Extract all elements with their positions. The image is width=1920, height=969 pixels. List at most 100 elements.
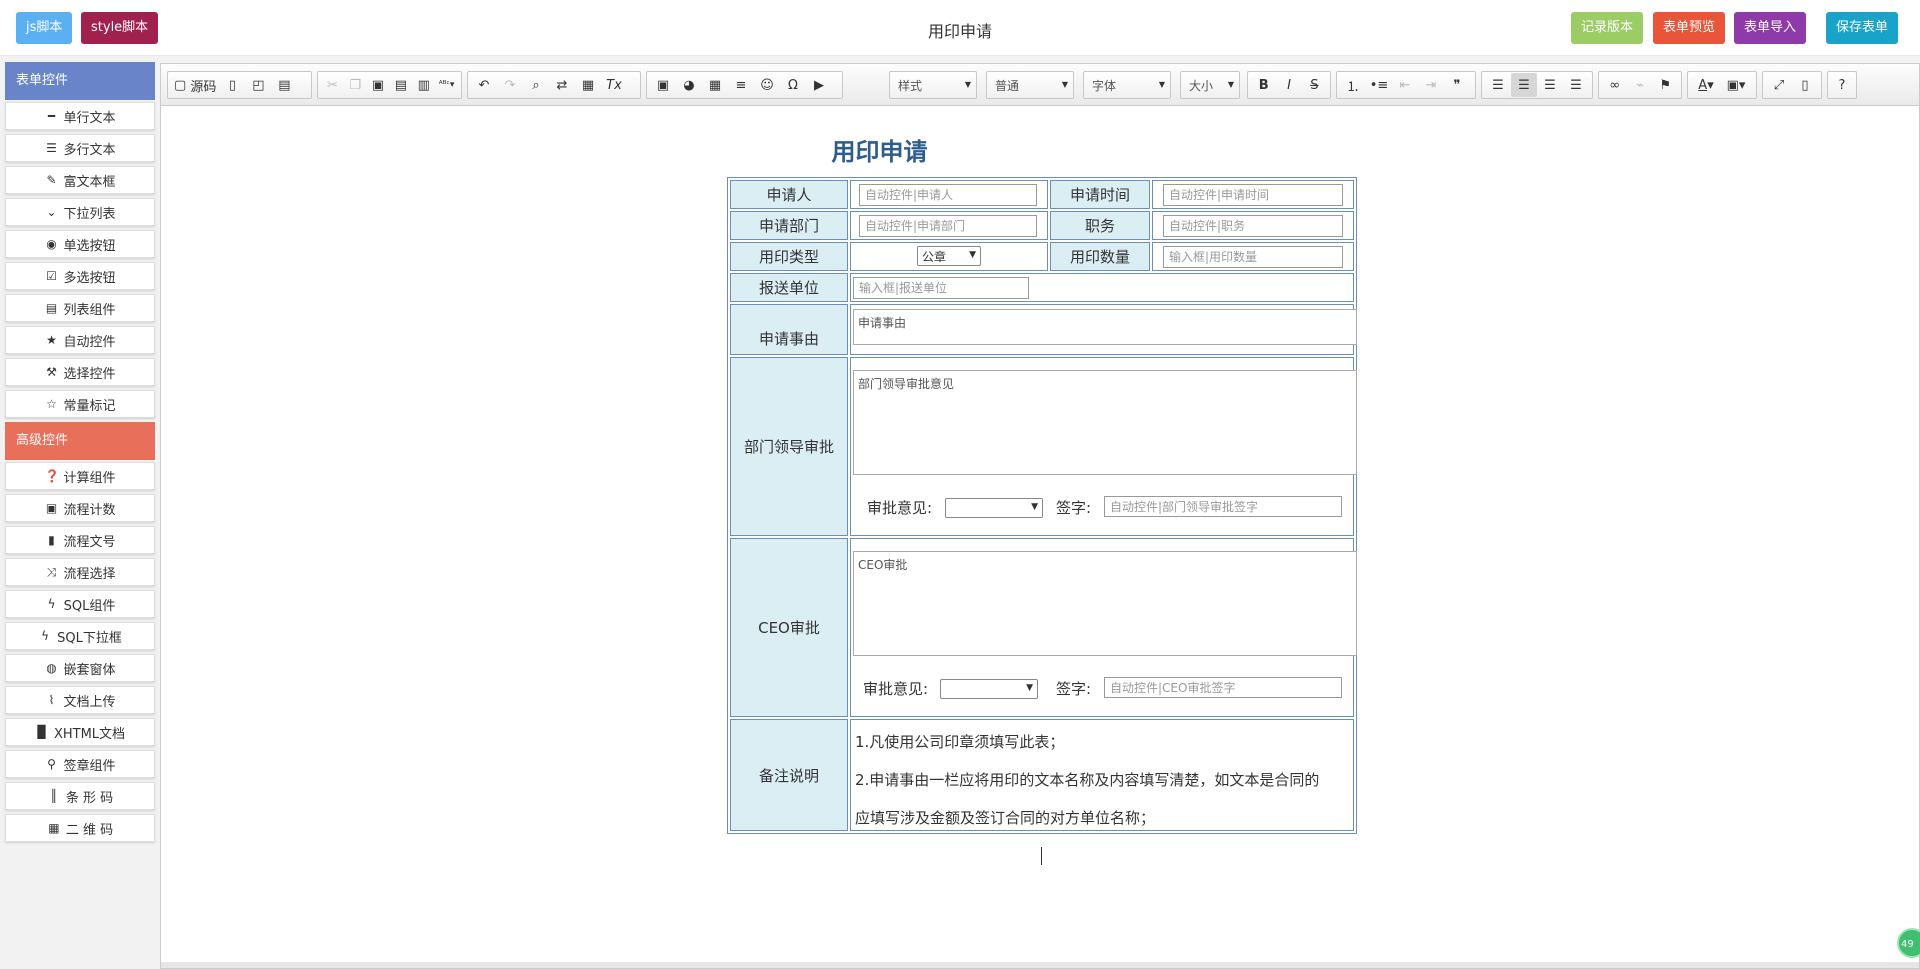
- sidebar-item-checkbox[interactable]: ☑ 多选按钮: [5, 262, 155, 290]
- remark-line-3: 应填写涉及金额及签订合同的对方单位名称；: [855, 809, 1156, 827]
- bulleted-list-icon[interactable]: •≡: [1366, 73, 1392, 97]
- sidebar-item-constant[interactable]: ☆ 常量标记: [5, 390, 155, 418]
- sidebar-item-dropdown[interactable]: ⌄ 下拉列表: [5, 198, 155, 226]
- sidebar-item-nested-form[interactable]: ◍ 嵌套窗体: [5, 654, 155, 682]
- department-input[interactable]: 自动控件|申请部门: [859, 215, 1037, 237]
- toolbar-group-align: ☰ ☰ ☰ ☰: [1481, 71, 1593, 99]
- smiley-icon[interactable]: ☺: [754, 73, 780, 97]
- numbered-list-icon[interactable]: ⒈: [1340, 73, 1366, 97]
- link-icon[interactable]: ∞: [1602, 73, 1627, 97]
- replace-icon[interactable]: ⇄: [549, 73, 575, 97]
- ceo-opinion-select[interactable]: ▼: [940, 679, 1038, 699]
- strike-icon[interactable]: S: [1302, 73, 1327, 97]
- sidebar-item-barcode[interactable]: ║ 条 形 码: [5, 782, 155, 810]
- flash-icon[interactable]: ◕: [676, 73, 702, 97]
- apply-time-input[interactable]: 自动控件|申请时间: [1163, 184, 1343, 206]
- sidebar-item-flow-select[interactable]: ⤨ 流程选择: [5, 558, 155, 586]
- sidebar-item-flow-doc[interactable]: ▮ 流程文号: [5, 526, 155, 554]
- size-combo[interactable]: 大小 ▼: [1180, 71, 1240, 99]
- bolt-icon: ϟ: [47, 597, 56, 611]
- sidebar-item-label: 流程选择: [63, 566, 116, 582]
- dept-sign-input[interactable]: 自动控件|部门领导审批签字: [1104, 496, 1342, 517]
- outdent-icon[interactable]: ⇤: [1392, 73, 1418, 97]
- style-combo[interactable]: 样式 ▼: [889, 71, 977, 99]
- preview-icon[interactable]: ◰: [245, 73, 271, 97]
- paste-text-icon[interactable]: ▤: [389, 73, 412, 97]
- sidebar-item-multi-text[interactable]: ☰ 多行文本: [5, 134, 155, 162]
- size-combo-label: 大小: [1189, 78, 1214, 93]
- form-preview-button[interactable]: 表单预览: [1653, 12, 1726, 44]
- indent-icon[interactable]: ⇥: [1418, 73, 1444, 97]
- source-icon[interactable]: ▢ 源码: [171, 73, 219, 97]
- send-unit-input[interactable]: 输入框|报送单位: [853, 277, 1029, 299]
- sidebar-item-single-text[interactable]: ━ 单行文本: [5, 102, 155, 130]
- blockquote-icon[interactable]: ❞: [1444, 73, 1470, 97]
- undo-icon[interactable]: ↶: [471, 73, 497, 97]
- status-badge[interactable]: 49: [1897, 928, 1920, 958]
- help-icon[interactable]: ?: [1831, 73, 1853, 97]
- select-all-icon[interactable]: ▦: [575, 73, 601, 97]
- anchor-flag-icon[interactable]: ⚑: [1653, 73, 1678, 97]
- sidebar-item-upload[interactable]: ⌇ 文档上传: [5, 686, 155, 714]
- ceo-sign-input[interactable]: 自动控件|CEO审批签字: [1104, 677, 1342, 698]
- horizontal-scrollbar[interactable]: [161, 962, 1919, 968]
- show-blocks-icon[interactable]: ▯: [1792, 73, 1818, 97]
- position-input[interactable]: 自动控件|职务: [1163, 215, 1343, 237]
- sidebar-item-calc[interactable]: ❓ 计算组件: [5, 462, 155, 490]
- sidebar-item-xhtml[interactable]: ▉ XHTML文档: [5, 718, 155, 746]
- editor-canvas[interactable]: 用印申请 申请人 自动控件|申请人 申请时间 自动控件|申请时间 申请部门 自动…: [161, 107, 1920, 968]
- align-left-icon[interactable]: ☰: [1485, 73, 1511, 97]
- sidebar-item-rich-text[interactable]: ✎ 富文本框: [5, 166, 155, 194]
- table-icon[interactable]: ▦: [702, 73, 728, 97]
- format-combo[interactable]: 普通 ▼: [986, 71, 1074, 99]
- horizontal-rule-icon[interactable]: ≡: [728, 73, 754, 97]
- align-right-icon[interactable]: ☰: [1537, 73, 1563, 97]
- sidebar-item-list[interactable]: ▤ 列表组件: [5, 294, 155, 322]
- maximize-icon[interactable]: ⤢: [1766, 73, 1792, 97]
- template-icon[interactable]: ▤: [271, 73, 297, 97]
- paste-word-icon[interactable]: ▥: [412, 73, 435, 97]
- seal-count-input[interactable]: 输入框|用印数量: [1163, 246, 1343, 268]
- font-combo[interactable]: 字体 ▼: [1083, 71, 1171, 99]
- sidebar-item-seal[interactable]: ⚲ 签章组件: [5, 750, 155, 778]
- sidebar-item-radio[interactable]: ◉ 单选按钮: [5, 230, 155, 258]
- align-center-icon[interactable]: ☰: [1511, 73, 1537, 97]
- applicant-input[interactable]: 自动控件|申请人: [859, 184, 1037, 206]
- ceo-opinion-textarea[interactable]: CEO审批: [853, 551, 1357, 656]
- cut-icon[interactable]: ✂: [321, 73, 344, 97]
- find-icon[interactable]: ⌕: [523, 73, 549, 97]
- italic-icon[interactable]: I: [1276, 73, 1301, 97]
- sidebar-item-select[interactable]: ⚒ 选择控件: [5, 358, 155, 386]
- sidebar-item-sql-dropdown[interactable]: ϟ SQL下拉框: [5, 622, 155, 650]
- paste-icon[interactable]: ▣: [367, 73, 390, 97]
- spellcheck-icon[interactable]: ᴬᴮᶜ▾: [435, 73, 458, 97]
- list-icon: ▤: [45, 301, 58, 315]
- form-import-button[interactable]: 表单导入: [1734, 12, 1807, 44]
- image-icon[interactable]: ▣: [650, 73, 676, 97]
- remove-format-icon[interactable]: Tx: [601, 73, 627, 97]
- record-version-button[interactable]: 记录版本: [1571, 12, 1644, 44]
- new-page-icon[interactable]: ▯: [219, 73, 245, 97]
- dept-opinion-textarea[interactable]: 部门领导审批意见: [853, 370, 1357, 475]
- bold-icon[interactable]: B: [1251, 73, 1276, 97]
- text-color-icon[interactable]: A ▾: [1691, 73, 1721, 97]
- dept-opinion-select[interactable]: ▼: [945, 498, 1043, 518]
- seal-type-select[interactable]: 公章 ▼: [917, 246, 981, 266]
- sidebar-item-auto[interactable]: ★ 自动控件: [5, 326, 155, 354]
- align-justify-icon[interactable]: ☰: [1563, 73, 1589, 97]
- reason-textarea[interactable]: 申请事由: [853, 309, 1357, 345]
- sidebar-item-flow-count[interactable]: ▣ 流程计数: [5, 494, 155, 522]
- save-form-button[interactable]: 保存表单: [1826, 12, 1899, 44]
- bolt-icon: ϟ: [41, 629, 50, 643]
- sidebar-item-qrcode[interactable]: ▦ 二 维 码: [5, 814, 155, 842]
- bg-color-icon[interactable]: ▣▾: [1721, 73, 1751, 97]
- sidebar-item-sql[interactable]: ϟ SQL组件: [5, 590, 155, 618]
- page-break-icon[interactable]: ▶: [806, 73, 832, 97]
- form-table: 申请人 自动控件|申请人 申请时间 自动控件|申请时间 申请部门 自动控件|申请…: [727, 177, 1357, 834]
- unlink-icon[interactable]: ⌁: [1627, 73, 1652, 97]
- seal-type-value: 公章: [922, 250, 947, 264]
- special-char-icon[interactable]: Ω: [780, 73, 806, 97]
- label-seal-count: 用印数量: [1050, 242, 1150, 271]
- redo-icon[interactable]: ↷: [497, 73, 523, 97]
- copy-icon[interactable]: ❐: [344, 73, 367, 97]
